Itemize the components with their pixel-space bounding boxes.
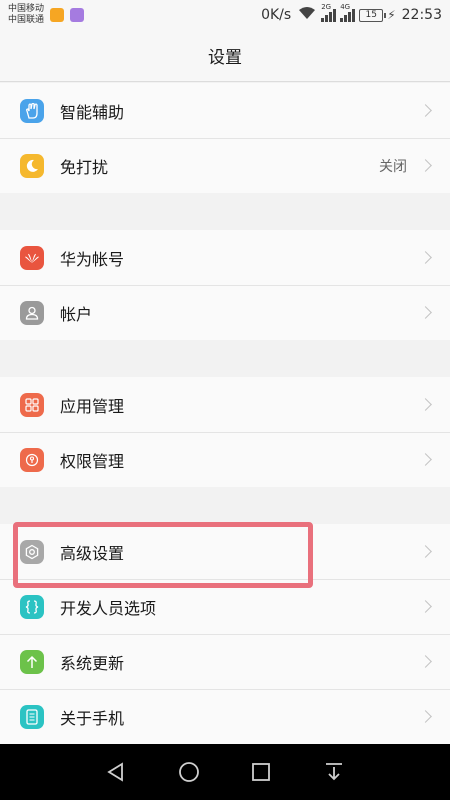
page-title: 设置 <box>208 48 242 68</box>
settings-item-about-phone[interactable]: 关于手机 <box>0 689 450 744</box>
item-label: 关于手机 <box>60 708 125 728</box>
item-label: 应用管理 <box>60 396 125 416</box>
navigation-bar <box>0 744 450 800</box>
settings-item-huawei-account[interactable]: 华为帐号 <box>0 230 450 285</box>
clock: 22:53 <box>401 7 442 23</box>
chevron-right-icon <box>419 398 432 411</box>
chevron-right-icon <box>419 306 432 319</box>
item-label: 免打扰 <box>60 157 109 177</box>
wifi-icon <box>297 6 317 24</box>
item-label: 高级设置 <box>60 543 125 563</box>
settings-item-permission-management[interactable]: 权限管理 <box>0 432 450 487</box>
settings-group-2: 华为帐号 帐户 <box>0 230 450 340</box>
back-triangle-icon <box>107 762 124 782</box>
settings-item-app-management[interactable]: 应用管理 <box>0 377 450 432</box>
chevron-right-icon <box>419 600 432 613</box>
status-bar: 中国移动 中国联通 0K/s 2G 4G 15 ⚡ 22:53 <box>0 0 450 30</box>
settings-group-1: 智能辅助 免打扰 关闭 <box>0 83 450 193</box>
title-bar: 设置 <box>0 30 450 82</box>
battery-level: 15 <box>365 10 377 20</box>
item-label: 开发人员选项 <box>60 598 157 618</box>
phone-info-icon <box>20 704 44 729</box>
back-button[interactable] <box>96 752 136 792</box>
huawei-icon <box>20 245 44 270</box>
item-label: 华为帐号 <box>60 249 125 269</box>
home-button[interactable] <box>169 752 209 792</box>
moon-icon <box>20 153 44 178</box>
item-label: 帐户 <box>60 304 93 324</box>
arrow-up-icon <box>20 649 44 674</box>
settings-item-developer-options[interactable]: 开发人员选项 <box>0 579 450 634</box>
net-speed: 0K/s <box>261 7 292 23</box>
person-icon <box>20 300 44 325</box>
chevron-right-icon <box>419 251 432 264</box>
settings-item-do-not-disturb[interactable]: 免打扰 关闭 <box>0 138 450 193</box>
permission-icon <box>20 447 44 472</box>
chevron-right-icon <box>419 655 432 668</box>
hand-icon <box>20 98 44 123</box>
recents-square-icon <box>252 763 271 781</box>
signal-2g-icon: 2G <box>321 3 337 22</box>
settings-item-accounts[interactable]: 帐户 <box>0 285 450 340</box>
carrier-1: 中国移动 <box>8 4 45 14</box>
settings-group-3: 应用管理 权限管理 <box>0 377 450 487</box>
chevron-right-icon <box>419 159 432 172</box>
notification-pull-button[interactable] <box>314 752 354 792</box>
braces-icon <box>20 594 44 619</box>
charging-icon: ⚡ <box>387 8 396 22</box>
chevron-right-icon <box>419 453 432 466</box>
net-type-2: 4G <box>340 3 351 11</box>
item-label: 权限管理 <box>60 451 125 471</box>
pull-down-icon <box>325 763 342 781</box>
carrier-2: 中国联通 <box>8 15 45 25</box>
chevron-right-icon <box>419 104 432 117</box>
chevron-right-icon <box>419 710 432 723</box>
recents-button[interactable] <box>241 752 281 792</box>
battery-icon: 15 <box>359 8 387 22</box>
item-label: 智能辅助 <box>60 102 125 122</box>
notification-app-icon <box>50 8 65 22</box>
net-type-1: 2G <box>321 3 332 11</box>
settings-item-advanced[interactable]: 高级设置 <box>0 524 450 579</box>
settings-group-4: 高级设置 开发人员选项 系统更新 关于手机 <box>0 524 450 744</box>
item-label: 系统更新 <box>60 653 125 673</box>
home-circle-icon <box>178 762 199 782</box>
carrier-info: 中国移动 中国联通 <box>8 4 44 26</box>
signal-4g-icon: 4G <box>340 3 356 22</box>
chevron-right-icon <box>419 545 432 558</box>
settings-item-smart-assist[interactable]: 智能辅助 <box>0 83 450 138</box>
item-value: 关闭 <box>379 158 407 175</box>
apps-grid-icon <box>20 392 44 417</box>
gear-icon <box>20 539 44 564</box>
settings-item-system-update[interactable]: 系统更新 <box>0 634 450 689</box>
notification-gallery-icon <box>70 8 85 22</box>
